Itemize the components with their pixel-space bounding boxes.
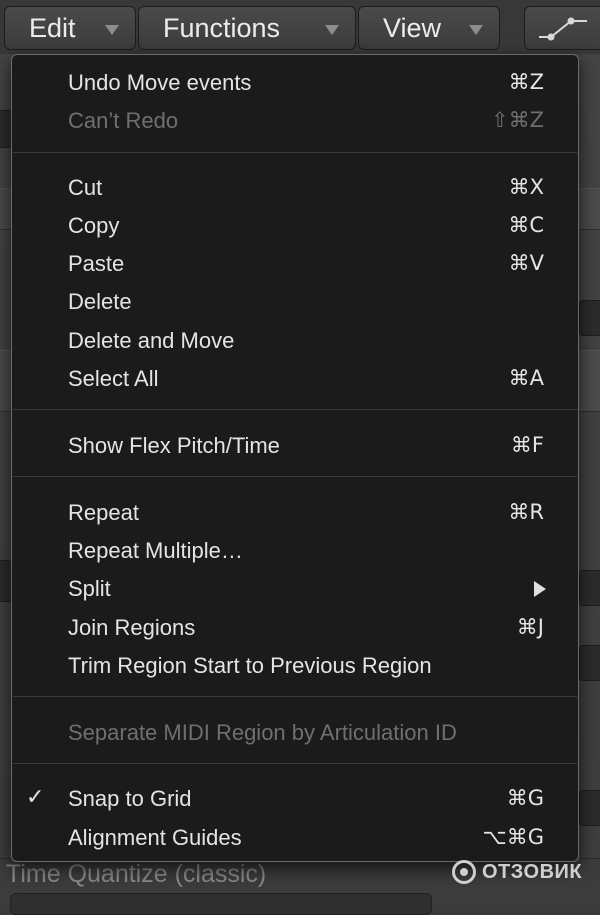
- menu-item-shortcut: ⌘X: [508, 175, 544, 199]
- menu-item-shortcut: ⌘Z: [508, 70, 544, 94]
- menu-item-label: Can’t Redo: [68, 108, 179, 133]
- chevron-down-icon: [469, 25, 483, 35]
- menu-item-cut[interactable]: Cut ⌘X: [12, 168, 578, 206]
- menu-separator: [13, 696, 577, 697]
- background-control: [579, 645, 600, 681]
- menu-item-label: Delete: [68, 289, 132, 314]
- menu-item-label: Repeat Multiple…: [68, 538, 243, 563]
- menu-item-repeat-multiple[interactable]: Repeat Multiple…: [12, 531, 578, 569]
- view-menu-label: View: [383, 12, 442, 43]
- menu-item-label: Undo Move events: [68, 70, 252, 95]
- menu-item-shortcut: ⌥⌘G: [482, 825, 544, 849]
- menu-item-shortcut: ⌘J: [516, 615, 544, 639]
- menu-item-snap-to-grid[interactable]: ✓ Snap to Grid ⌘G: [12, 779, 578, 817]
- menu-item-label: Separate MIDI Region by Articulation ID: [68, 720, 457, 745]
- menu-item-label: Snap to Grid: [68, 786, 192, 811]
- menu-item-label: Select All: [68, 366, 159, 391]
- menu-item-repeat[interactable]: Repeat ⌘R: [12, 493, 578, 531]
- view-menu-button[interactable]: View: [358, 6, 500, 50]
- edit-menu-label: Edit: [29, 12, 76, 43]
- automation-curve-button[interactable]: [524, 6, 600, 50]
- edit-dropdown-menu: Undo Move events ⌘Z Can’t Redo ⇧⌘Z Cut ⌘…: [11, 54, 579, 862]
- menu-item-shortcut: ⌘A: [508, 366, 544, 390]
- menu-item-shortcut: ⌘V: [508, 251, 544, 275]
- submenu-arrow-icon: [534, 581, 546, 597]
- functions-menu-label: Functions: [163, 12, 281, 43]
- menu-item-shortcut: ⌘F: [510, 433, 544, 457]
- chevron-down-icon: [105, 25, 119, 35]
- menu-item-shortcut: ⌘C: [508, 213, 544, 237]
- automation-curve-icon: [539, 17, 587, 41]
- background-control: [579, 300, 600, 336]
- menu-item-shortcut: ⌘R: [508, 500, 544, 524]
- menu-item-label: Paste: [68, 251, 125, 276]
- menu-item-label: Join Regions: [68, 615, 196, 640]
- menu-separator: [13, 409, 577, 410]
- menu-item-shortcut: ⌘G: [506, 786, 544, 810]
- menu-item-delete-and-move[interactable]: Delete and Move: [12, 321, 578, 359]
- menu-item-paste[interactable]: Paste ⌘V: [12, 244, 578, 282]
- menu-item-redo: Can’t Redo ⇧⌘Z: [12, 101, 578, 139]
- checkmark-icon: ✓: [26, 785, 45, 810]
- watermark-logo-icon: [452, 860, 476, 884]
- watermark-text: ОТЗОВИК: [482, 860, 583, 883]
- local-menu-bar: Edit Functions View: [0, 0, 600, 54]
- menu-item-separate-midi: Separate MIDI Region by Articulation ID: [12, 713, 578, 751]
- menu-item-label: Show Flex Pitch/Time: [68, 433, 280, 458]
- menu-item-join-regions[interactable]: Join Regions ⌘J: [12, 608, 578, 646]
- time-quantize-label: Time Quantize (classic): [6, 860, 267, 888]
- background-control: [579, 790, 600, 826]
- menu-item-label: Trim Region Start to Previous Region: [68, 653, 432, 678]
- menu-item-trim-region[interactable]: Trim Region Start to Previous Region: [12, 646, 578, 684]
- menu-separator: [13, 152, 577, 153]
- menu-item-delete[interactable]: Delete: [12, 282, 578, 320]
- chevron-down-icon: [325, 25, 339, 35]
- menu-item-alignment-guides[interactable]: Alignment Guides ⌥⌘G: [12, 818, 578, 856]
- menu-item-show-flex[interactable]: Show Flex Pitch/Time ⌘F: [12, 426, 578, 464]
- menu-item-label: Cut: [68, 175, 103, 200]
- background-control: [579, 570, 600, 606]
- menu-item-select-all[interactable]: Select All ⌘A: [12, 359, 578, 397]
- menu-item-label: Alignment Guides: [68, 825, 242, 850]
- menu-separator: [13, 476, 577, 477]
- menu-item-label: Split: [68, 576, 111, 601]
- menu-item-undo[interactable]: Undo Move events ⌘Z: [12, 63, 578, 101]
- menu-item-copy[interactable]: Copy ⌘C: [12, 206, 578, 244]
- edit-menu-button[interactable]: Edit: [4, 6, 136, 50]
- menu-separator: [13, 763, 577, 764]
- menu-item-label: Repeat: [68, 500, 139, 525]
- menu-item-label: Delete and Move: [68, 328, 235, 353]
- watermark: ОТЗОВИК: [452, 860, 582, 884]
- menu-item-label: Copy: [68, 213, 120, 238]
- menu-item-shortcut: ⇧⌘Z: [491, 108, 544, 132]
- menu-item-split[interactable]: Split: [12, 569, 578, 607]
- functions-menu-button[interactable]: Functions: [138, 6, 356, 50]
- quantize-field[interactable]: [10, 893, 432, 915]
